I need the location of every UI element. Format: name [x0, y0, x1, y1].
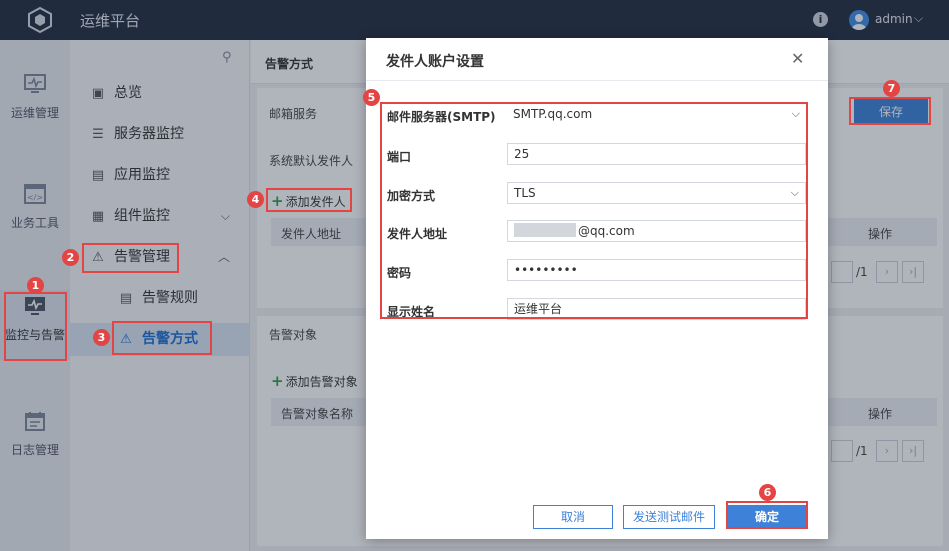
highlight-box [726, 501, 808, 529]
step-badge: 6 [759, 484, 776, 501]
highlight-box [849, 97, 931, 125]
highlight-box [266, 188, 352, 212]
step-badge: 5 [363, 89, 380, 106]
send-test-email-button[interactable]: 发送测试邮件 [623, 505, 715, 529]
divider [366, 80, 828, 81]
highlight-box [4, 292, 67, 361]
highlight-box [112, 321, 212, 355]
step-badge: 4 [247, 191, 264, 208]
step-badge: 1 [27, 277, 44, 294]
dialog-title: 发件人账户设置 [386, 54, 484, 70]
step-badge: 2 [62, 249, 79, 266]
highlight-box [380, 102, 808, 319]
close-icon[interactable]: ✕ [791, 49, 804, 68]
step-badge: 7 [883, 80, 900, 97]
cancel-button[interactable]: 取消 [533, 505, 613, 529]
highlight-box [82, 243, 179, 273]
step-badge: 3 [93, 329, 110, 346]
